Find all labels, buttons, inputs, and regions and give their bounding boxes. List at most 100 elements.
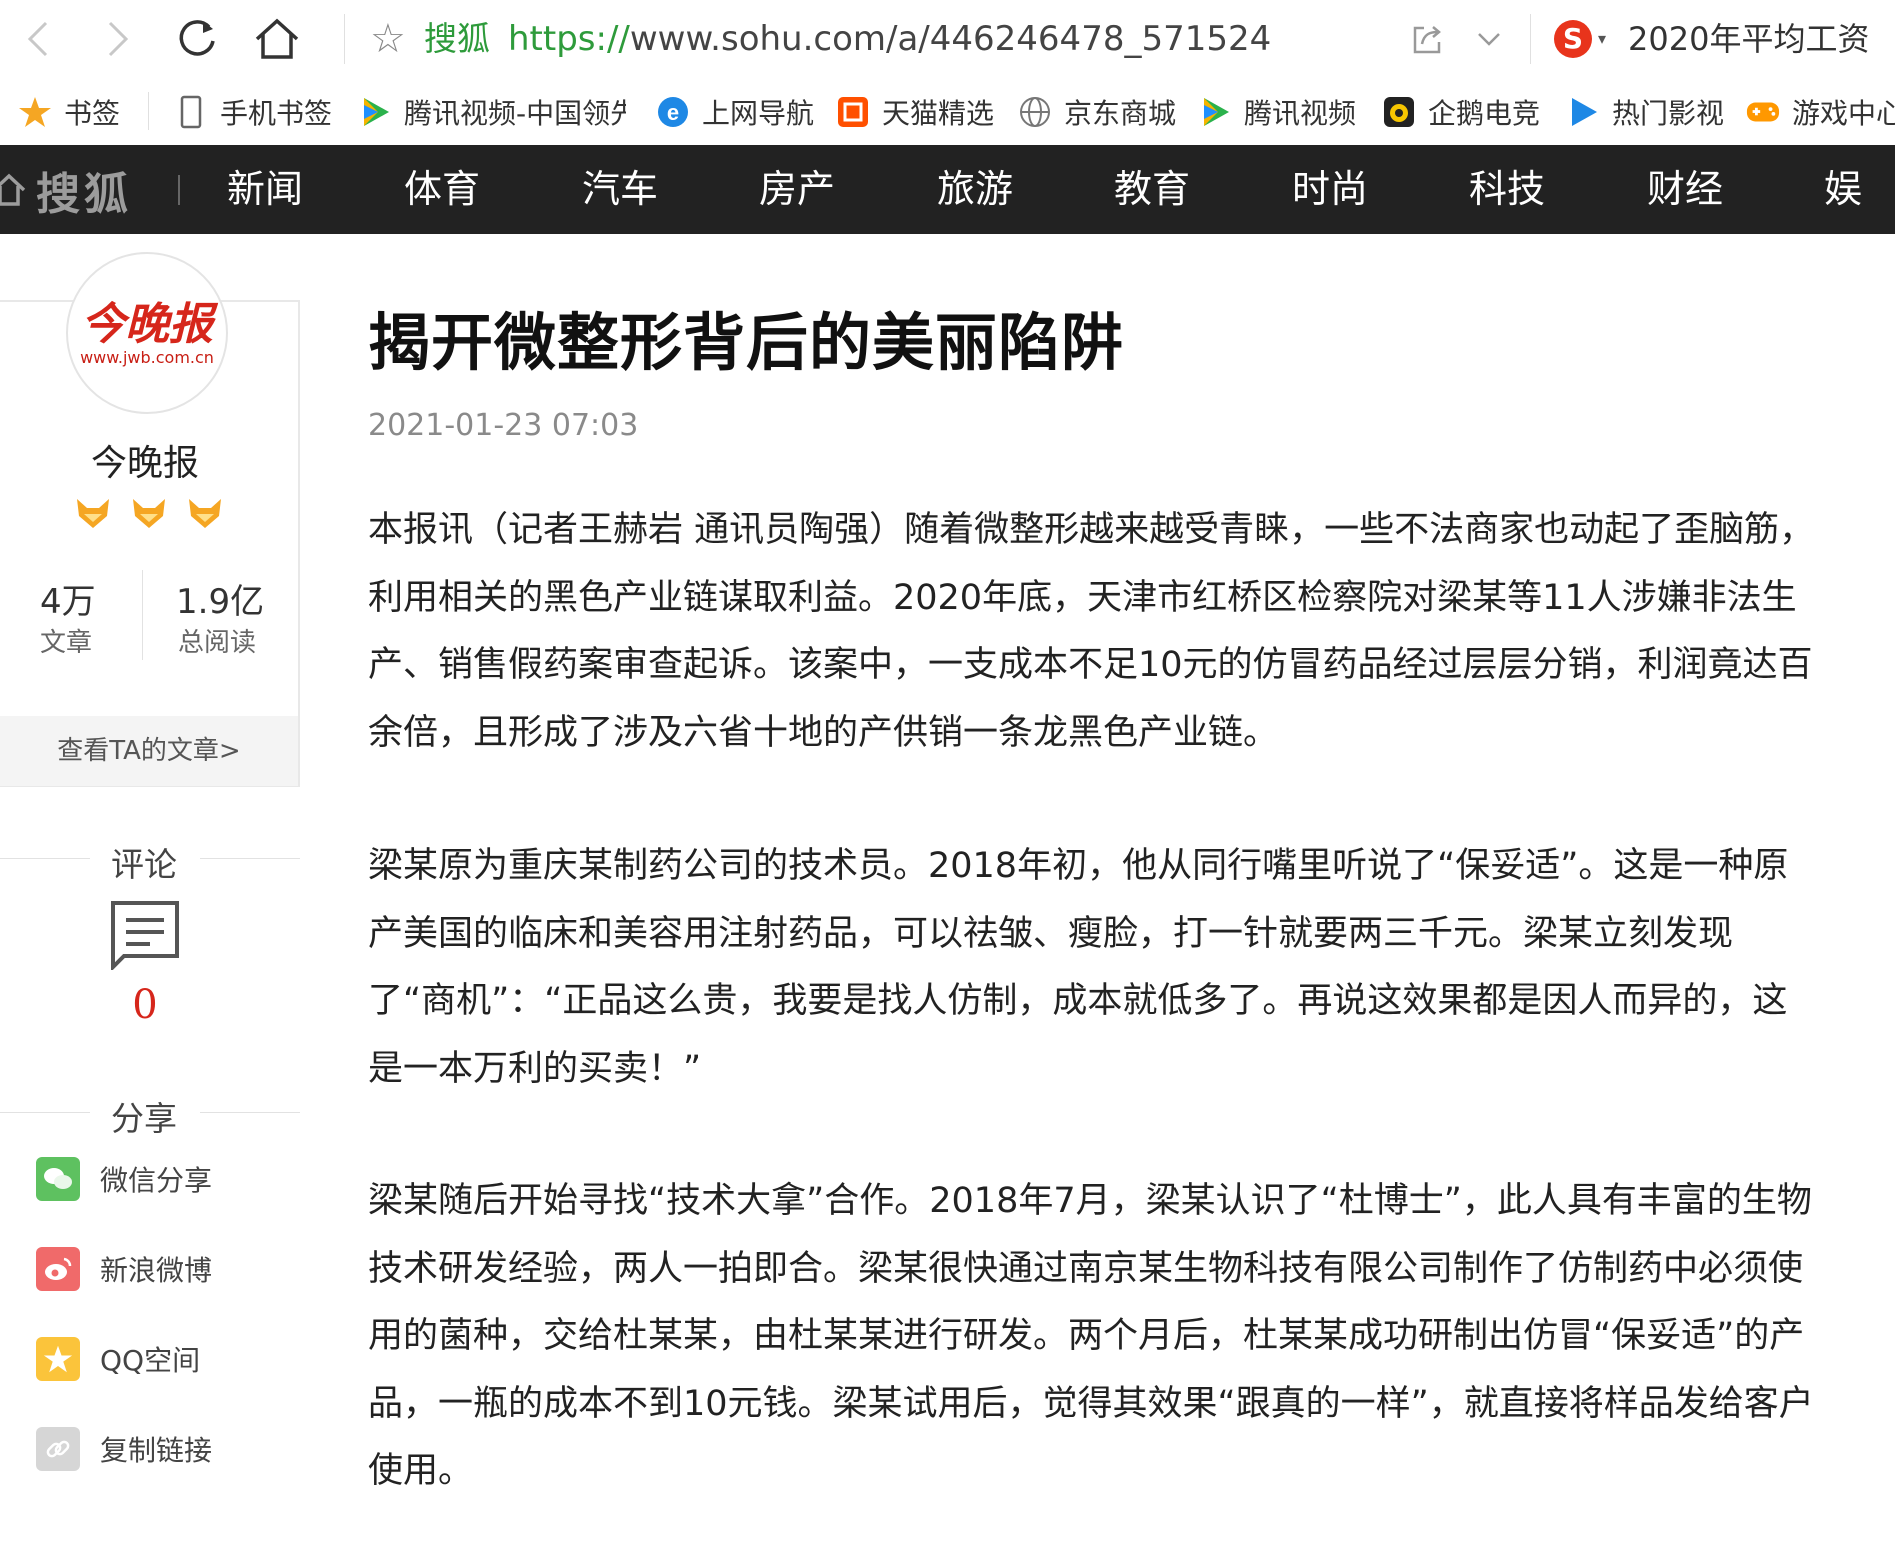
article-date: 2021-01-23 07:03 [368,408,639,443]
bookmark-label: 游戏中心 [1792,96,1895,130]
logo-divider [178,175,180,205]
nav-link-news[interactable]: 新闻 [227,145,303,234]
reads-count: 1.9亿 [176,582,265,622]
bookmark-item[interactable]: e 上网导航 [656,78,814,145]
forward-button[interactable] [92,14,142,64]
comment-icon[interactable] [110,900,180,974]
toolbar-divider [344,14,345,64]
url-field[interactable]: https://www.sohu.com/a/446246478_571524 [508,16,1271,62]
bookmark-item[interactable]: 天猫精选 [836,78,994,145]
phone-icon [174,95,208,129]
star-icon [18,95,52,129]
article-paragraph: 梁某原为重庆某制药公司的技术员。2018年初，他从同行嘴里听说了“保妥适”。这是… [368,846,1789,1089]
share-label: 微信分享 [100,1164,213,1197]
reads-label: 总阅读 [178,628,257,658]
search-engine-caret-icon[interactable]: ▾ [1598,24,1606,54]
bookmark-label: 京东商城 [1064,96,1177,130]
share-title: 分享 [111,1099,177,1138]
article-paragraph: 本报讯（记者王赫岩 通讯员陶强）随着微整形越来越受青睐，一些不法商家也动起了歪脑… [368,510,1815,753]
weibo-icon [36,1247,80,1291]
bookmark-item[interactable]: 腾讯视频-中国领先 [358,78,626,145]
reload-button[interactable] [172,14,222,64]
author-name[interactable]: 今晚报 [0,434,290,486]
chevron-down-icon[interactable] [1474,22,1504,60]
comments-title: 评论 [111,845,177,884]
bookmark-label: 书签 [64,96,121,130]
nav-link-tech[interactable]: 科技 [1469,145,1545,234]
nav-link-education[interactable]: 教育 [1114,145,1190,234]
bookmark-divider [148,92,149,130]
nav-link-finance[interactable]: 财经 [1647,145,1723,234]
forward-arrow-icon [108,21,129,57]
bookmark-star-icon[interactable]: ☆ [370,16,406,62]
articles-label: 文章 [40,628,93,658]
comment-count: 0 [132,982,158,1028]
site-nav: 搜狐 新闻 体育 汽车 房产 旅游 教育 时尚 科技 财经 娱乐 [0,145,1895,234]
bookmark-item[interactable]: 游戏中心 [1746,78,1895,145]
bookmark-label: 天猫精选 [882,96,995,130]
share-page-icon[interactable] [1410,22,1444,60]
fox-medal-icon [189,499,221,528]
bookmark-item[interactable]: 腾讯视频 [1198,78,1356,145]
bookmark-label: 热门影视 [1612,96,1725,130]
bookmark-item[interactable]: 企鹅电竞 [1382,78,1540,145]
url-path: www.sohu.com/a/446246478_571524 [629,19,1272,59]
stats-divider [142,570,143,660]
nav-link-fashion[interactable]: 时尚 [1292,145,1368,234]
home-icon [0,173,26,206]
bookmark-item[interactable]: 书签 [18,78,120,145]
fox-medal-icon [77,499,109,528]
bookmark-label: 腾讯视频-中国领先 [404,96,626,130]
address-bar: ☆ 搜狐 https://www.sohu.com/a/446246478_57… [0,0,1895,79]
view-author-articles-link[interactable]: 查看TA的文章> [0,716,298,786]
play-icon [358,95,392,129]
qzone-star-icon [36,1337,80,1381]
video-icon [1566,95,1600,129]
bookmark-item[interactable]: 热门影视 [1566,78,1724,145]
share-label: QQ空间 [100,1344,201,1377]
svg-text:e: e [667,100,679,125]
toolbar-divider [1530,14,1531,64]
reload-icon [179,20,215,56]
share-wechat-button[interactable]: 微信分享 [36,1154,212,1204]
search-input[interactable]: 2020年平均工资 [1628,16,1869,62]
fox-medal-icon [133,499,165,528]
ie-icon: e [656,95,690,129]
nav-link-entertainment[interactable]: 娱乐 [1824,145,1895,234]
article-paragraph: 梁某随后开始寻找“技术大拿”合作。2018年7月，梁某认识了“杜博士”，此人具有… [368,1181,1814,1492]
bookmark-item[interactable]: 手机书签 [174,78,332,145]
avatar[interactable]: 今晚报 www.jwb.com.cn [66,252,228,414]
share-label: 复制链接 [100,1434,213,1467]
back-arrow-icon [27,21,48,57]
bookmark-label: 腾讯视频 [1244,96,1357,130]
bookmark-label: 手机书签 [220,96,333,130]
bookmarks-bar: 书签 手机书签 腾讯视频-中国领先 e 上网导航 天猫精选 京东商城 腾讯视频 … [0,78,1895,146]
play-icon [1198,95,1232,129]
share-label: 新浪微博 [100,1254,213,1287]
search-engine-logo-icon[interactable]: S [1554,20,1592,58]
nav-link-realestate[interactable]: 房产 [759,145,835,234]
articles-count: 4万 [40,582,96,622]
nav-link-travel[interactable]: 旅游 [937,145,1013,234]
avatar-brand-text: 今晚报 [81,299,213,350]
site-name: 搜狐 [424,19,490,58]
bookmark-label: 上网导航 [702,96,815,130]
share-qzone-button[interactable]: QQ空间 [36,1334,200,1384]
back-button[interactable] [14,14,64,64]
globe-icon [1018,95,1052,129]
tmall-icon [836,95,870,129]
bookmark-item[interactable]: 京东商城 [1018,78,1176,145]
penguin-icon [1382,95,1416,129]
sohu-logo[interactable]: 搜狐 [0,145,132,234]
home-icon [255,18,299,59]
copy-link-button[interactable]: 复制链接 [36,1424,212,1474]
home-button[interactable] [252,14,302,64]
url-protocol: https:// [508,19,630,59]
nav-link-auto[interactable]: 汽车 [582,145,658,234]
author-level-medals [74,496,224,534]
share-weibo-button[interactable]: 新浪微博 [36,1244,212,1294]
wechat-icon [36,1157,80,1201]
link-icon [36,1427,80,1471]
nav-link-sports[interactable]: 体育 [404,145,480,234]
logo-text: 搜狐 [36,168,132,220]
